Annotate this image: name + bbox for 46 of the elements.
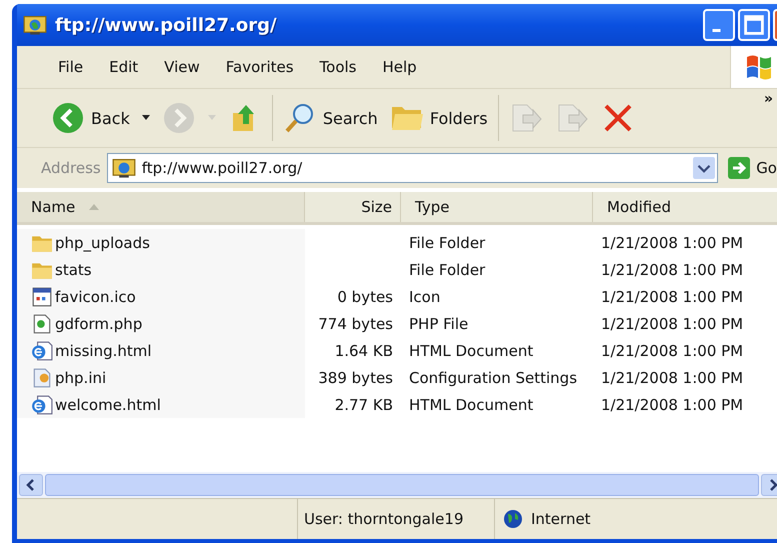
- file-type-cell-text: HTML Document: [408, 340, 534, 362]
- file-size-cell-text: 1.64 KB: [334, 340, 394, 362]
- menu-item[interactable]: Favorites: [212, 58, 307, 76]
- file-type-cell-text: Icon: [408, 286, 442, 308]
- toolbar-overflow-chevron[interactable]: »: [764, 91, 773, 107]
- modified-date-cell-text: 1/21/2008 1:00 PM: [600, 260, 744, 280]
- address-field[interactable]: ftp://www.poill27.org/: [106, 153, 718, 183]
- file-name-cell[interactable]: missing.html: [17, 337, 305, 364]
- column-header[interactable]: Type: [401, 192, 593, 222]
- file-name-cell[interactable]: welcome.html: [17, 391, 305, 418]
- modified-date-cell-text: 1/21/2008 1:00 PM: [600, 340, 744, 362]
- menu-item[interactable]: Tools: [306, 58, 370, 76]
- file-name-cell[interactable]: php_uploads: [17, 229, 305, 256]
- modified-date-cell-text: 1/21/2008 1:00 PM: [600, 286, 744, 308]
- file-size-cell-text: 389 bytes: [317, 368, 394, 388]
- column-header[interactable]: Size: [305, 192, 401, 222]
- file-name-cell[interactable]: gdform.php: [17, 310, 305, 337]
- menu-item[interactable]: Help: [370, 58, 430, 76]
- go-button[interactable]: Go: [724, 157, 777, 179]
- modified-date-cell-text: 1/21/2008 1:00 PM: [600, 232, 744, 254]
- menu-item[interactable]: View: [151, 58, 213, 76]
- window-title: ftp://www.poill27.org/: [55, 14, 277, 36]
- status-zone-text: Internet: [531, 510, 591, 528]
- address-label: Address: [41, 159, 101, 177]
- folders-button[interactable]: Folders: [384, 95, 494, 141]
- file-type-cell-text: Configuration Settings: [408, 368, 578, 388]
- menu-item[interactable]: Edit: [96, 58, 152, 76]
- search-button[interactable]: Search: [276, 95, 384, 141]
- file-name-cell[interactable]: php.ini: [17, 364, 305, 391]
- file-type-cell-text: File Folder: [408, 260, 486, 280]
- file-name-cell[interactable]: stats: [17, 256, 305, 283]
- file-type-cell-text: File Folder: [408, 232, 486, 254]
- modified-date-cell-text: 1/21/2008 1:00 PM: [600, 394, 744, 416]
- file-size-cell-text: 0 bytes: [336, 286, 394, 308]
- file-type-cell-text: PHP File: [408, 314, 470, 334]
- back-button[interactable]: Back: [45, 95, 156, 141]
- column-header[interactable]: Name: [17, 192, 305, 222]
- file-name-cell[interactable]: favicon.ico: [17, 283, 305, 310]
- file-size-cell-text: 2.77 KB: [334, 394, 394, 416]
- menu-item[interactable]: File: [45, 58, 96, 76]
- file-size-cell-text: 774 bytes: [317, 314, 394, 334]
- file-type-cell-text: HTML Document: [408, 394, 534, 416]
- status-user-text: User: thorntongale19: [298, 499, 495, 539]
- column-header[interactable]: Modified: [593, 192, 777, 222]
- modified-date-cell-text: 1/21/2008 1:00 PM: [600, 368, 744, 388]
- modified-date-cell-text: 1/21/2008 1:00 PM: [600, 314, 744, 334]
